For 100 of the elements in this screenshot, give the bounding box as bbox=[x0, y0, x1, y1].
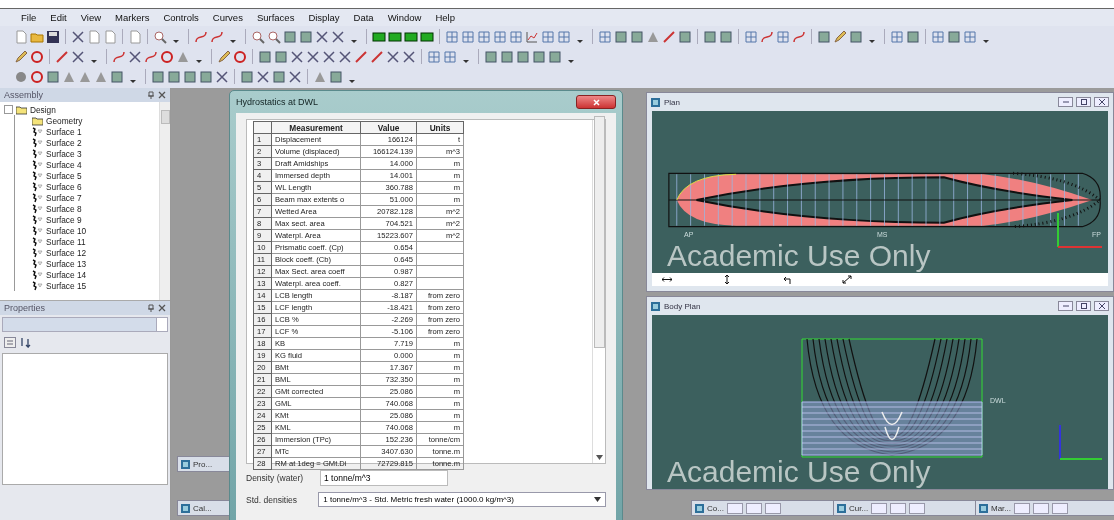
sort-icon[interactable] bbox=[20, 337, 32, 348]
tree-item[interactable]: Surface 8 bbox=[46, 203, 82, 214]
square-icon[interactable] bbox=[274, 49, 288, 64]
close-button[interactable] bbox=[576, 95, 616, 109]
square-icon[interactable] bbox=[719, 29, 733, 44]
expand-toggle[interactable] bbox=[4, 105, 13, 114]
minimize-button[interactable] bbox=[1014, 502, 1030, 514]
square-icon[interactable] bbox=[817, 29, 831, 44]
tree-item[interactable]: Surface 2 bbox=[46, 137, 82, 148]
pencil-icon[interactable] bbox=[833, 29, 847, 44]
close-button[interactable] bbox=[1094, 97, 1109, 107]
cross-icon[interactable] bbox=[322, 49, 336, 64]
cross-icon[interactable] bbox=[288, 69, 302, 84]
property-selector[interactable] bbox=[2, 317, 168, 332]
menu-item[interactable]: File bbox=[14, 12, 44, 23]
slash-icon[interactable] bbox=[662, 29, 676, 44]
chart-icon[interactable] bbox=[525, 29, 539, 44]
square-icon[interactable] bbox=[258, 49, 272, 64]
tree-item[interactable]: Design bbox=[30, 104, 56, 115]
diagonal-arrow-icon[interactable] bbox=[842, 275, 852, 284]
minimized-window[interactable]: Co... bbox=[691, 500, 835, 516]
minimized-window[interactable]: Cal... bbox=[177, 500, 231, 516]
cross-icon[interactable] bbox=[71, 29, 85, 44]
save-icon[interactable] bbox=[46, 29, 60, 44]
square-icon[interactable] bbox=[678, 29, 692, 44]
cross-icon[interactable] bbox=[71, 49, 85, 64]
pin-icon[interactable] bbox=[147, 91, 155, 99]
rectangle-icon[interactable] bbox=[420, 29, 434, 44]
magnifier-icon[interactable] bbox=[153, 29, 167, 44]
menu-item[interactable]: Curves bbox=[205, 12, 250, 23]
square-icon[interactable] bbox=[199, 69, 213, 84]
tree-item[interactable]: Surface 7 bbox=[46, 192, 82, 203]
tree-item[interactable]: Surface 6 bbox=[46, 181, 82, 192]
circle-icon[interactable] bbox=[233, 49, 247, 64]
circle-icon[interactable] bbox=[30, 69, 44, 84]
grid-icon[interactable] bbox=[477, 29, 491, 44]
cross-icon[interactable] bbox=[338, 49, 352, 64]
grid-icon[interactable] bbox=[541, 29, 555, 44]
slash-icon[interactable] bbox=[354, 49, 368, 64]
tree-item[interactable]: Surface 5 bbox=[46, 170, 82, 181]
document-icon[interactable] bbox=[128, 29, 142, 44]
pencil-icon[interactable] bbox=[14, 49, 28, 64]
cross-icon[interactable] bbox=[386, 49, 400, 64]
cross-icon[interactable] bbox=[128, 49, 142, 64]
tree-item[interactable]: Surface 9 bbox=[46, 214, 82, 225]
menu-item[interactable]: Edit bbox=[43, 12, 74, 23]
column-header[interactable]: Units bbox=[416, 121, 464, 134]
menu-item[interactable]: Surfaces bbox=[249, 12, 302, 23]
close-button[interactable] bbox=[1094, 301, 1109, 311]
curve-icon[interactable] bbox=[760, 29, 774, 44]
square-icon[interactable] bbox=[299, 29, 313, 44]
square-icon[interactable] bbox=[630, 29, 644, 44]
menu-item[interactable]: Help bbox=[428, 12, 462, 23]
grid-icon[interactable] bbox=[427, 49, 441, 64]
minimized-window[interactable]: Mar... bbox=[975, 500, 1114, 516]
cross-icon[interactable] bbox=[290, 49, 304, 64]
cross-icon[interactable] bbox=[402, 49, 416, 64]
density-field[interactable]: 1 tonne/m^3 bbox=[320, 470, 448, 486]
close-icon[interactable] bbox=[158, 91, 166, 99]
menu-item[interactable]: Controls bbox=[156, 12, 206, 23]
square-icon[interactable] bbox=[484, 49, 498, 64]
grid-icon[interactable] bbox=[776, 29, 790, 44]
grid-icon[interactable] bbox=[890, 29, 904, 44]
menu-item[interactable]: Window bbox=[380, 12, 429, 23]
circle-icon[interactable] bbox=[30, 49, 44, 64]
tree-item[interactable]: Surface 14 bbox=[46, 269, 87, 280]
pin-icon[interactable] bbox=[147, 304, 155, 312]
minimize-button[interactable] bbox=[726, 502, 743, 514]
square-icon[interactable] bbox=[167, 69, 181, 84]
document-icon[interactable] bbox=[103, 29, 117, 44]
cross-icon[interactable] bbox=[256, 69, 270, 84]
minimized-window[interactable]: Pro... bbox=[177, 456, 231, 472]
menu-item[interactable]: Data bbox=[346, 12, 381, 23]
tree-item[interactable]: Geometry bbox=[46, 115, 83, 126]
curve-icon[interactable] bbox=[194, 29, 208, 44]
square-icon[interactable] bbox=[183, 69, 197, 84]
square-icon[interactable] bbox=[283, 29, 297, 44]
slash-icon[interactable] bbox=[370, 49, 384, 64]
magnifier-icon[interactable] bbox=[251, 29, 265, 44]
tree-item[interactable]: Surface 10 bbox=[46, 225, 87, 236]
square-icon[interactable] bbox=[500, 49, 514, 64]
circle-icon[interactable] bbox=[160, 49, 174, 64]
grid-icon[interactable] bbox=[744, 29, 758, 44]
square-icon[interactable] bbox=[532, 49, 546, 64]
slash-icon[interactable] bbox=[55, 49, 69, 64]
tree-item[interactable]: Surface 12 bbox=[46, 247, 87, 258]
vertical-arrows-icon[interactable] bbox=[722, 275, 732, 284]
tree-item[interactable]: Surface 15 bbox=[46, 280, 87, 291]
pencil-icon[interactable] bbox=[217, 49, 231, 64]
magnifier-icon[interactable] bbox=[267, 29, 281, 44]
square-icon[interactable] bbox=[46, 69, 60, 84]
minimized-window[interactable]: Cur... bbox=[833, 500, 977, 516]
tree-item[interactable]: Surface 11 bbox=[46, 236, 86, 247]
grid-icon[interactable] bbox=[598, 29, 612, 44]
column-header[interactable]: Measurement bbox=[271, 121, 361, 134]
square-icon[interactable] bbox=[272, 69, 286, 84]
column-header[interactable]: Value bbox=[360, 121, 417, 134]
cross-icon[interactable] bbox=[315, 29, 329, 44]
cross-icon[interactable] bbox=[215, 69, 229, 84]
menu-item[interactable]: Display bbox=[301, 12, 347, 23]
